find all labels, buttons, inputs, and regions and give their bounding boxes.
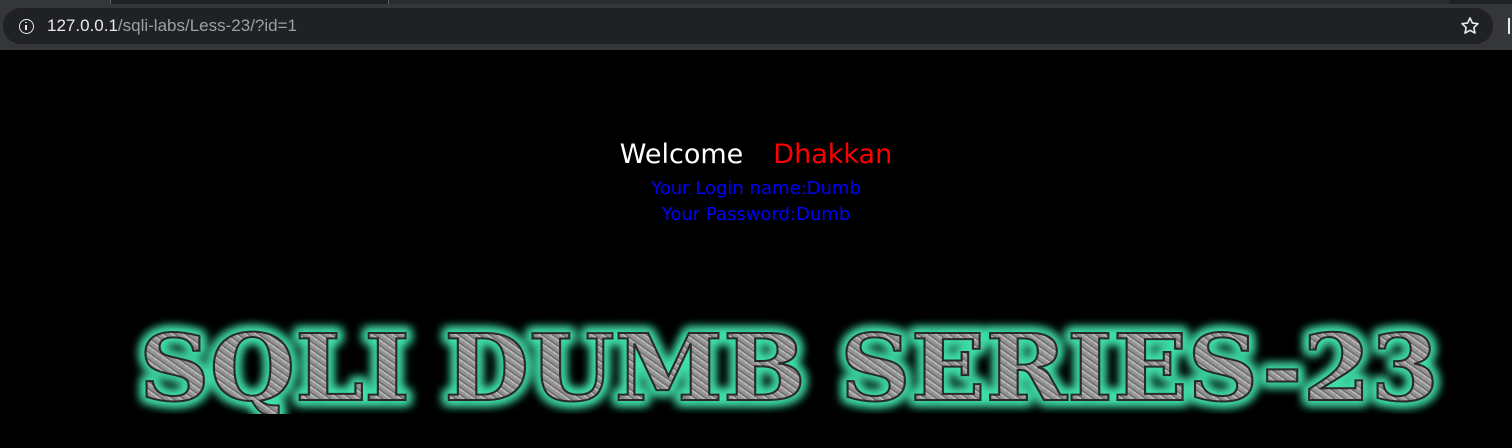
url-path: /sqli-labs/Less-23/?id=1 — [117, 16, 297, 35]
banner-text: SQLI DUMB SERIES-23 — [139, 314, 1439, 414]
welcome-label: Welcome — [619, 139, 744, 170]
url-host: 127.0.0.1 — [47, 16, 118, 35]
login-name-text: Your Login name:Dumb — [651, 178, 861, 199]
welcome-name: Dhakkan — [773, 139, 893, 170]
address-bar[interactable]: 127.0.0.1/sqli-labs/Less-23/?id=1 — [3, 8, 1493, 44]
star-icon[interactable] — [1459, 15, 1481, 37]
bookmark-bar-edge-icon — [1508, 18, 1512, 34]
url-text[interactable]: 127.0.0.1/sqli-labs/Less-23/?id=1 — [47, 16, 297, 36]
tab-active[interactable] — [388, 0, 1449, 4]
page-body: Welcome Dhakkan Your Login name:Dumb Your… — [0, 50, 1512, 448]
series-banner: SQLI DUMB SERIES-23 SQLI DUMB SERIES-23 — [135, 314, 1444, 414]
info-icon[interactable] — [19, 18, 34, 34]
password-text: Your Password:Dumb — [661, 204, 851, 225]
browser-toolbar: 127.0.0.1/sqli-labs/Less-23/?id=1 — [0, 0, 1512, 50]
welcome-line: Welcome Dhakkan — [0, 138, 1512, 172]
tab-previous[interactable] — [0, 0, 111, 4]
